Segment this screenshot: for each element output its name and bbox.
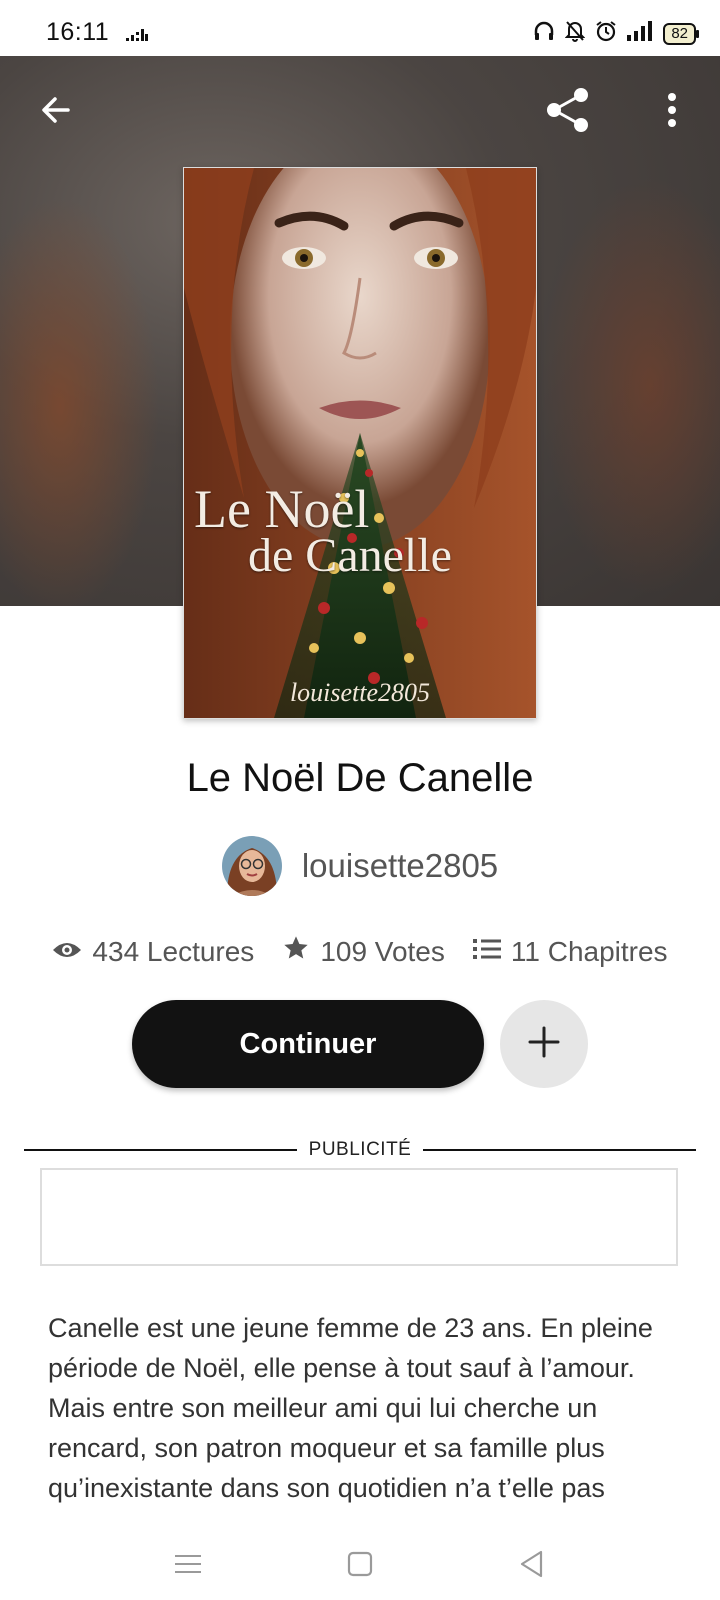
author-name[interactable]: louisette2805 bbox=[302, 847, 498, 885]
home-icon[interactable] bbox=[340, 1544, 380, 1584]
bell-off-icon bbox=[564, 20, 586, 47]
back-icon[interactable] bbox=[512, 1544, 552, 1584]
share-icon[interactable] bbox=[542, 84, 594, 136]
alarm-icon bbox=[595, 20, 617, 47]
votes-stat: 109 Votes bbox=[282, 934, 445, 969]
stats-row: 434 Lectures 109 Votes 11 Chapitres bbox=[0, 934, 720, 969]
cover-illustration bbox=[184, 168, 536, 718]
story-description: Canelle est une jeune femme de 23 ans. E… bbox=[48, 1313, 653, 1503]
book-cover[interactable]: Le Noël de Canelle louisette2805 bbox=[183, 167, 537, 719]
status-bar: 16:11 82 bbox=[0, 0, 720, 56]
system-nav-bar bbox=[0, 1530, 720, 1600]
signal-icon bbox=[627, 21, 653, 46]
continue-button[interactable]: Continuer bbox=[132, 1000, 484, 1088]
battery-icon: 82 bbox=[663, 22, 699, 45]
cover-title-line2: de Canelle bbox=[248, 529, 452, 582]
headphones-icon bbox=[533, 21, 555, 46]
ad-container[interactable] bbox=[40, 1168, 678, 1266]
ad-label-row: PUBLICITÉ bbox=[24, 1137, 697, 1163]
ad-label: PUBLICITÉ bbox=[308, 1139, 412, 1160]
reads-stat: 434 Lectures bbox=[52, 936, 254, 968]
divider bbox=[24, 1149, 297, 1151]
plus-icon bbox=[526, 1024, 562, 1065]
arrow-left-icon[interactable] bbox=[30, 84, 82, 136]
add-to-library-button[interactable] bbox=[500, 1000, 588, 1088]
menu-icon[interactable] bbox=[168, 1544, 208, 1584]
reads-count: 434 Lectures bbox=[92, 935, 255, 967]
chapters-stat: 11 Chapitres bbox=[472, 935, 668, 968]
book-title: Le Noël De Canelle bbox=[186, 756, 534, 800]
eye-icon bbox=[52, 936, 82, 968]
list-icon bbox=[472, 936, 501, 968]
star-icon bbox=[282, 934, 310, 969]
divider bbox=[423, 1149, 697, 1151]
more-vertical-icon[interactable] bbox=[646, 84, 698, 136]
chapters-count: 11 Chapitres bbox=[510, 935, 668, 967]
avatar[interactable] bbox=[221, 836, 282, 896]
activity-icon bbox=[126, 26, 148, 47]
cover-author: louisette2805 bbox=[289, 678, 431, 707]
votes-count: 109 Votes bbox=[320, 935, 445, 967]
author-row[interactable]: louisette2805 bbox=[0, 836, 720, 896]
status-time: 16:11 bbox=[46, 18, 110, 46]
